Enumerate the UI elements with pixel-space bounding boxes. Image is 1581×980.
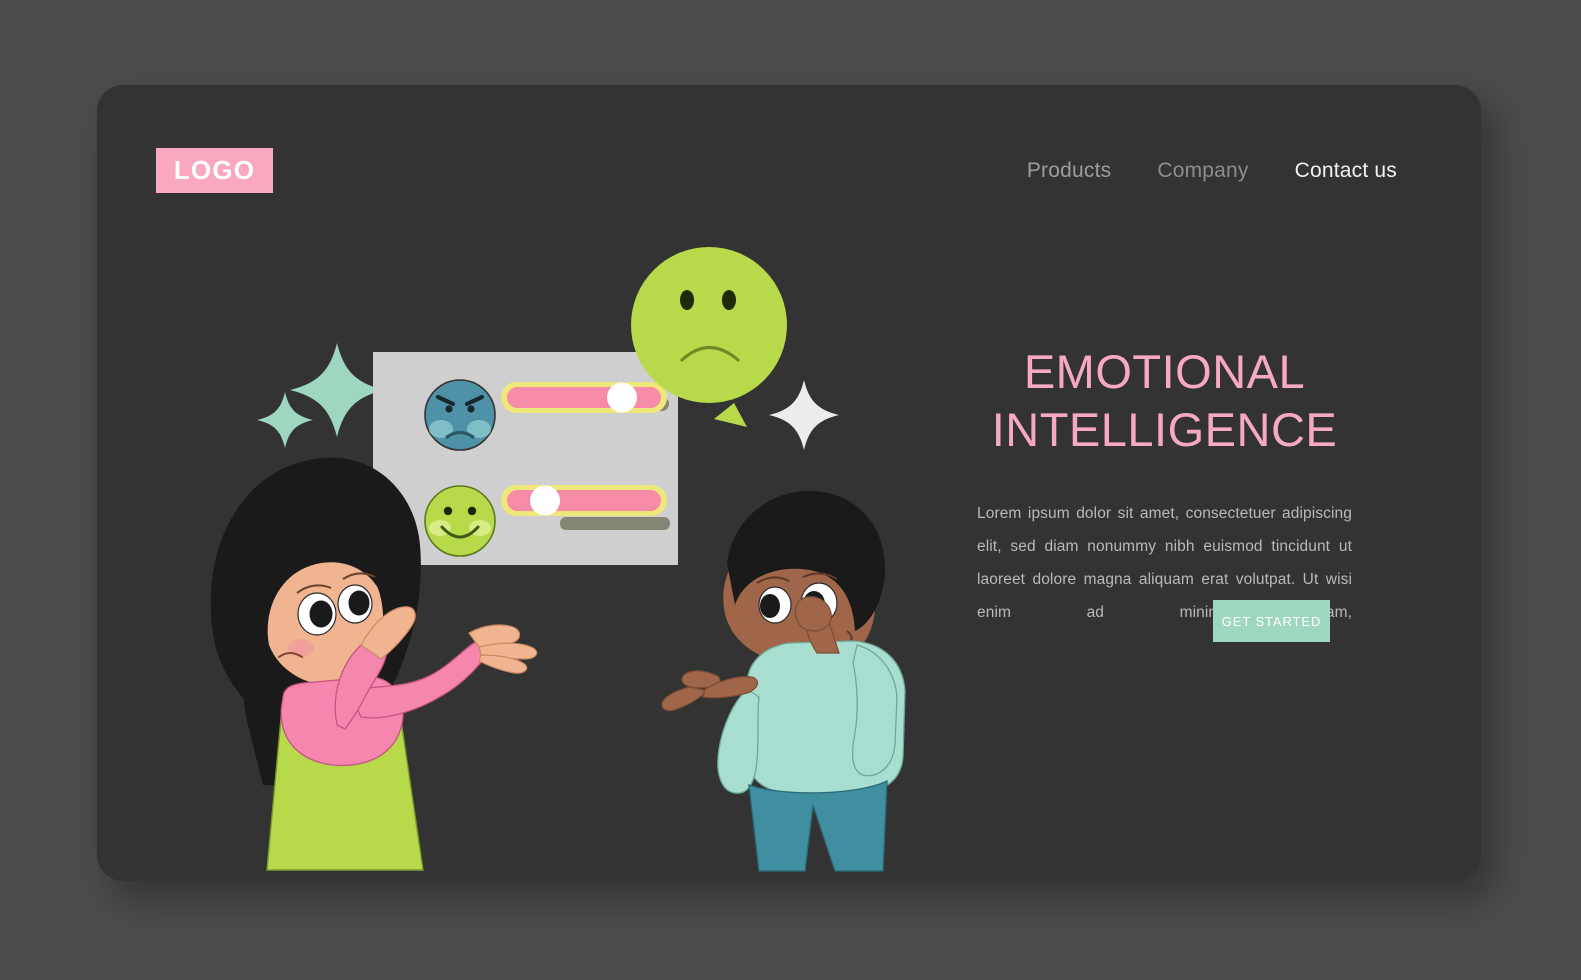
nav-item-company[interactable]: Company xyxy=(1157,159,1248,183)
slider-happy[interactable] xyxy=(501,485,670,530)
slider-angry[interactable] xyxy=(501,382,669,413)
headline-line-2: INTELLIGENCE xyxy=(991,403,1338,456)
nav-item-contact-us[interactable]: Contact us xyxy=(1295,159,1397,183)
sparkle-right xyxy=(769,380,839,450)
sparkle-small-left xyxy=(257,392,313,448)
hero-card: LOGO Products Company Contact us EMOTION… xyxy=(97,85,1481,881)
page-title: EMOTIONAL INTELLIGENCE xyxy=(977,343,1352,459)
get-started-button[interactable]: GET STARTED xyxy=(1213,600,1330,642)
logo-badge[interactable]: LOGO xyxy=(156,148,273,193)
nav-item-products[interactable]: Products xyxy=(1027,159,1111,183)
page-root: LOGO Products Company Contact us EMOTION… xyxy=(0,0,1581,980)
boy-character xyxy=(661,490,906,872)
speech-bubble-sad xyxy=(631,247,787,427)
hero-copy: EMOTIONAL INTELLIGENCE Lorem ipsum dolor… xyxy=(977,343,1352,642)
angry-face-icon xyxy=(424,379,496,451)
main-navigation: Products Company Contact us xyxy=(1027,159,1397,183)
logo-label: LOGO xyxy=(173,155,256,185)
girl-character xyxy=(210,457,538,871)
headline-line-1: EMOTIONAL xyxy=(1023,345,1306,398)
sparkle-large-left xyxy=(290,343,384,437)
emotion-panel xyxy=(373,352,678,565)
happy-face-icon xyxy=(424,485,496,557)
